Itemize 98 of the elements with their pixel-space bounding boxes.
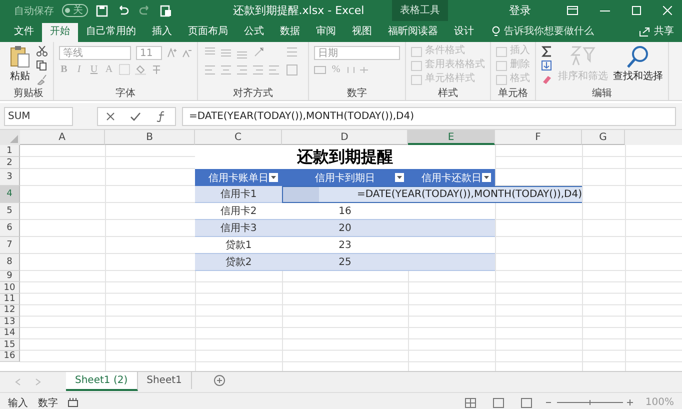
- maximize-icon[interactable]: [632, 6, 641, 15]
- formula-field[interactable]: =DATE(YEAR(TODAY()),MONTH(TODAY()),D4): [182, 106, 676, 126]
- sheet-tab[interactable]: Sheet1 (2): [66, 372, 138, 391]
- name-box[interactable]: SUM: [4, 106, 73, 126]
- cancel-icon[interactable]: [106, 112, 115, 120]
- eraser-icon[interactable]: [541, 74, 553, 85]
- row-header[interactable]: 11: [0, 294, 20, 306]
- group-label: 编辑: [591, 87, 613, 100]
- share-button[interactable]: 共享: [654, 23, 674, 42]
- paste-button[interactable]: 粘贴: [9, 44, 31, 83]
- ribbon-tab[interactable]: 视图: [344, 23, 380, 42]
- autosave-toggle[interactable]: 关: [62, 4, 88, 17]
- row-header[interactable]: 14: [0, 328, 20, 340]
- table-cell: 23: [282, 237, 408, 254]
- sheet-tab[interactable]: Sheet1: [138, 372, 192, 389]
- ribbon-tab[interactable]: 插入: [144, 23, 180, 42]
- group-label: 数字: [346, 87, 368, 100]
- row-header[interactable]: 3: [0, 169, 20, 186]
- zoom-slider-icon[interactable]: [545, 398, 636, 407]
- row-header[interactable]: 2: [0, 157, 20, 169]
- table-cell: 贷款2: [195, 254, 282, 271]
- filter-button-icon[interactable]: [482, 173, 491, 182]
- filter-button-icon[interactable]: [395, 173, 404, 182]
- status-text: 输入: [8, 396, 28, 409]
- row-header[interactable]: 9: [0, 271, 20, 282]
- ribbon-tab[interactable]: 自己常用的: [78, 23, 144, 42]
- row-header[interactable]: 12: [0, 305, 20, 317]
- group-label: 单元格: [497, 87, 529, 100]
- fill-color-icon[interactable]: [135, 64, 146, 75]
- close-icon[interactable]: [663, 6, 672, 15]
- triangle-icon: [10, 135, 18, 143]
- column-header[interactable]: B: [105, 130, 195, 145]
- lightbulb-icon: [492, 26, 500, 37]
- ribbon-tab[interactable]: 文件: [6, 23, 42, 42]
- ribbon-tab[interactable]: 福昕阅读器: [380, 23, 446, 42]
- fill-down-icon[interactable]: [541, 60, 553, 71]
- group-label: 样式: [437, 87, 459, 100]
- macro-icon: [68, 398, 78, 407]
- clipboard-icon[interactable]: [160, 4, 172, 17]
- column-header[interactable]: D: [282, 130, 408, 145]
- table-cell: 贷款1: [195, 237, 282, 254]
- sheet-title: 还款到期提醒: [195, 145, 495, 169]
- row-header[interactable]: 6: [0, 220, 20, 237]
- row-header[interactable]: 15: [0, 339, 20, 351]
- minimize-icon[interactable]: [600, 10, 610, 12]
- save-icon[interactable]: [96, 4, 108, 16]
- ribbon-tab[interactable]: 开始: [42, 23, 78, 42]
- status-text: 数字: [38, 396, 58, 409]
- sum-icon[interactable]: [541, 46, 553, 57]
- row-header[interactable]: 16: [0, 350, 20, 362]
- signin-link[interactable]: 登录: [509, 3, 531, 18]
- find-select-button[interactable]: 查找和选择: [613, 44, 663, 83]
- row-header[interactable]: 5: [0, 203, 20, 220]
- group-label: 剪贴板: [12, 87, 44, 100]
- share-icon[interactable]: [639, 27, 650, 37]
- table-header-cell: 信用卡还款日: [408, 169, 495, 186]
- ribbon-tab[interactable]: 公式: [236, 23, 272, 42]
- tell-me-field[interactable]: 告诉我你想要做什么: [504, 23, 594, 42]
- column-header[interactable]: F: [495, 130, 582, 145]
- add-sheet-icon[interactable]: [214, 375, 225, 386]
- font-name-field[interactable]: 等线: [59, 46, 131, 60]
- context-label: 表格工具: [392, 0, 448, 21]
- group-label: 对齐方式: [232, 87, 274, 100]
- table-cell: 25: [282, 254, 408, 271]
- column-header[interactable]: A: [20, 130, 105, 145]
- table-header-cell: 信用卡到期日: [282, 169, 408, 186]
- row-header[interactable]: 8: [0, 254, 20, 271]
- column-header[interactable]: C: [195, 130, 282, 145]
- row-header[interactable]: 10: [0, 282, 20, 294]
- row-header[interactable]: 7: [0, 237, 20, 254]
- table-cell: 信用卡1: [195, 186, 282, 203]
- table-cell: 信用卡2: [195, 203, 282, 220]
- ribbon-tab[interactable]: 审阅: [308, 23, 344, 42]
- table-cell: 16: [282, 203, 408, 220]
- table-cell: 信用卡3: [195, 220, 282, 237]
- clipboard-icon: [9, 45, 31, 69]
- row-header[interactable]: 1: [0, 145, 20, 157]
- row-header[interactable]: 13: [0, 316, 20, 328]
- number-format-field[interactable]: 日期: [314, 46, 400, 60]
- ribbon-tab[interactable]: 页面布局: [180, 23, 236, 42]
- row-header[interactable]: 4: [0, 186, 20, 203]
- ribbon-tab[interactable]: 设计: [446, 23, 482, 42]
- ribbon-display-icon[interactable]: [567, 6, 578, 15]
- group-label: 字体: [114, 87, 136, 100]
- column-header[interactable]: G: [582, 130, 625, 145]
- copy-icon[interactable]: [36, 60, 48, 71]
- check-icon[interactable]: [130, 112, 141, 120]
- function-icon[interactable]: [156, 110, 167, 122]
- ribbon-tab[interactable]: 数据: [272, 23, 308, 42]
- table-cell: 20: [282, 220, 408, 237]
- table-header-cell: 信用卡账单日: [195, 169, 282, 186]
- cell-editor[interactable]: =DATE(YEAR(TODAY()),MONTH(TODAY()),D4): [282, 186, 582, 203]
- autosave-label: 自动保存: [14, 4, 54, 18]
- scissors-icon[interactable]: [36, 46, 48, 57]
- column-header[interactable]: E: [408, 130, 495, 145]
- filter-button-icon[interactable]: [269, 173, 278, 182]
- window-title: 还款到期提醒.xlsx - Excel: [232, 3, 364, 18]
- search-icon: [626, 45, 650, 69]
